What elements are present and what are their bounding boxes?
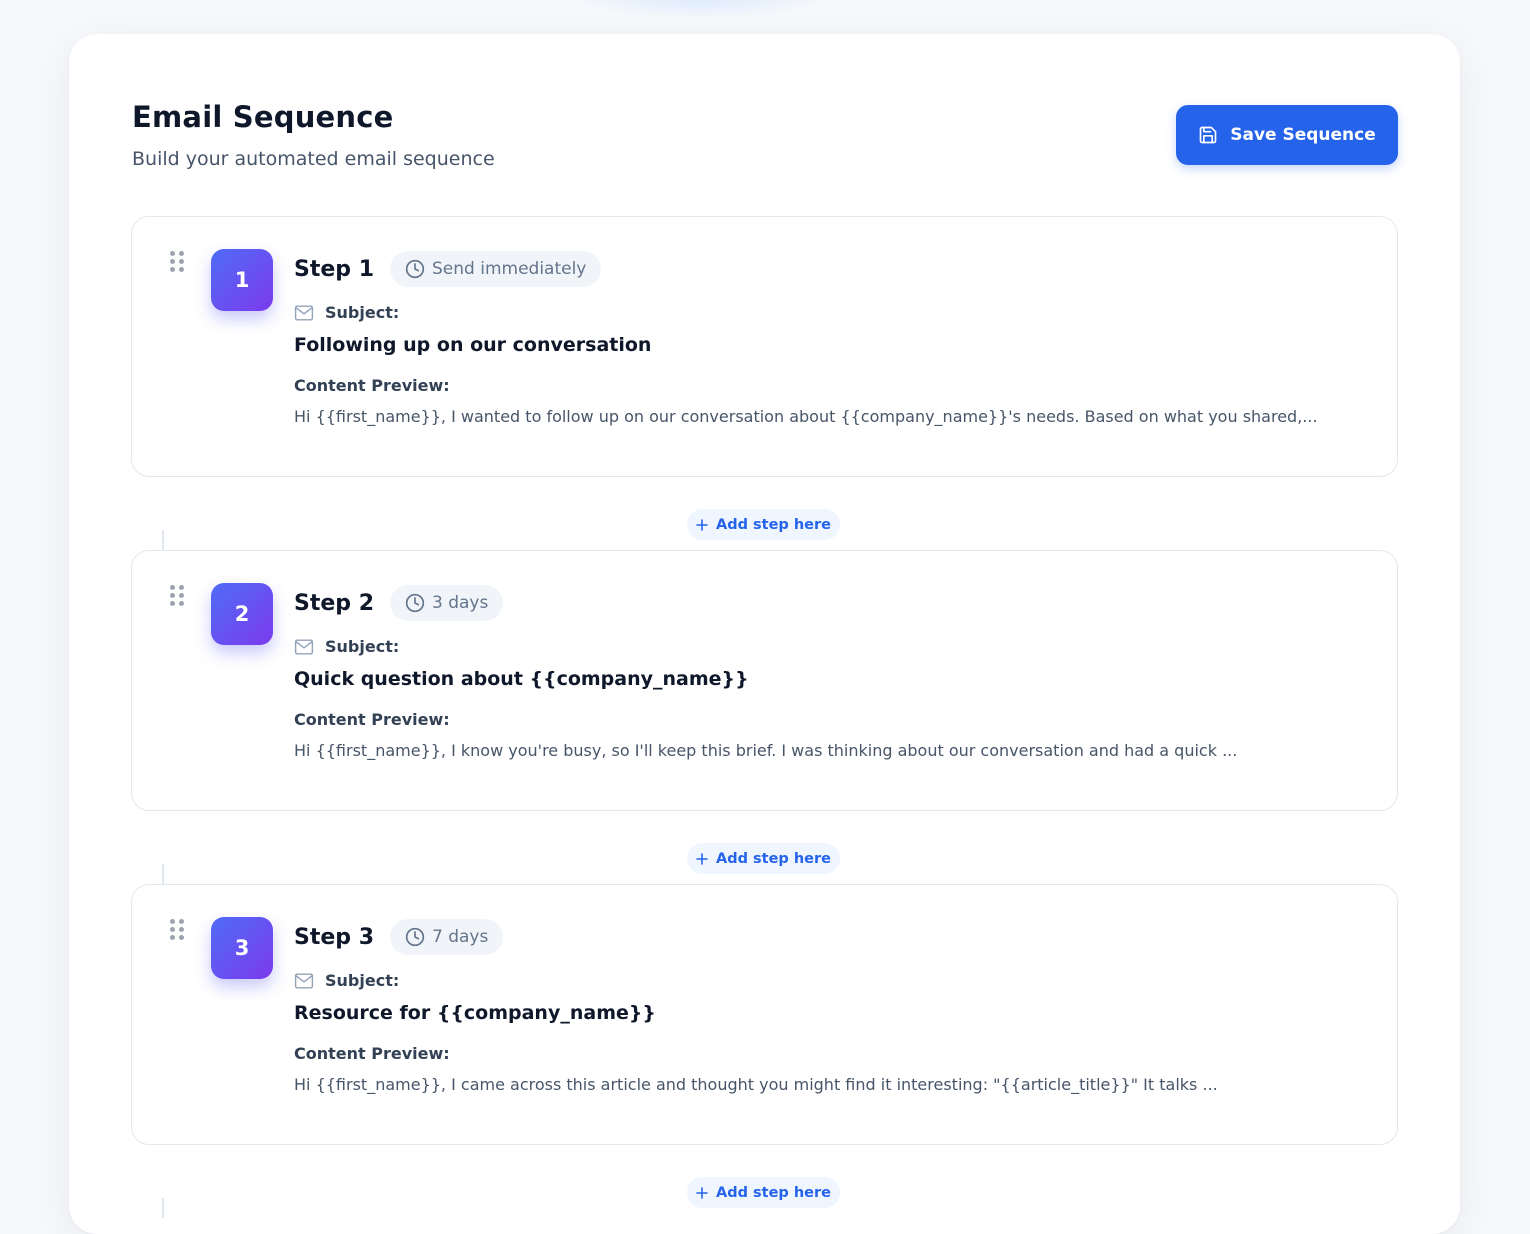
step-card[interactable]: 1 Step 1 Send immediately Subject: Follo… xyxy=(131,216,1398,477)
plus-icon xyxy=(696,1186,708,1199)
step-number-badge: 2 xyxy=(211,583,273,645)
delay-text: 3 days xyxy=(432,593,489,613)
step-body: Step 3 7 days Subject: Resource for {{co… xyxy=(294,919,1357,1094)
subject-text: Quick question about {{company_name}} xyxy=(294,668,749,690)
step-body: Step 1 Send immediately Subject: Followi… xyxy=(294,251,1357,426)
delay-text: 7 days xyxy=(432,927,489,947)
step-title: Step 2 xyxy=(294,590,374,616)
content-preview-text: Hi {{first_name}}, I came across this ar… xyxy=(294,1075,1218,1094)
delay-badge: 3 days xyxy=(390,585,504,621)
content-preview-text: Hi {{first_name}}, I know you're busy, s… xyxy=(294,741,1238,760)
add-step-button[interactable]: Add step here xyxy=(687,843,840,874)
step-connector: Add step here xyxy=(131,811,1398,884)
step-number-badge: 1 xyxy=(211,249,273,311)
connector-line xyxy=(162,1198,164,1218)
floppy-disk-icon xyxy=(1199,126,1217,144)
content-preview-label: Content Preview: xyxy=(294,710,450,729)
step-card[interactable]: 3 Step 3 7 days Subject: Resource for {{… xyxy=(131,884,1398,1145)
delay-text: Send immediately xyxy=(432,259,587,279)
subject-text: Resource for {{company_name}} xyxy=(294,1002,656,1024)
steps-list: 1 Step 1 Send immediately Subject: Follo… xyxy=(131,216,1398,1218)
connector-line xyxy=(162,530,164,550)
plus-icon xyxy=(696,852,708,865)
connector-line xyxy=(162,864,164,884)
envelope-icon xyxy=(294,638,314,655)
page-subtitle: Build your automated email sequence xyxy=(132,148,495,170)
page-title: Email Sequence xyxy=(132,100,394,134)
save-sequence-button[interactable]: Save Sequence xyxy=(1176,105,1398,165)
step-number-badge: 3 xyxy=(211,917,273,979)
subject-label-row: Subject: xyxy=(294,971,1357,990)
clock-icon xyxy=(405,593,425,613)
drag-handle-icon[interactable] xyxy=(170,251,184,273)
add-step-button[interactable]: Add step here xyxy=(687,509,840,540)
add-step-label: Add step here xyxy=(716,516,831,533)
add-step-button[interactable]: Add step here xyxy=(687,1177,840,1208)
drag-handle-icon[interactable] xyxy=(170,919,184,941)
step-header: Step 2 3 days xyxy=(294,585,1357,621)
content-preview-label: Content Preview: xyxy=(294,1044,450,1063)
add-step-label: Add step here xyxy=(716,1184,831,1201)
delay-badge: Send immediately xyxy=(390,251,602,287)
delay-badge: 7 days xyxy=(390,919,504,955)
top-glow xyxy=(560,0,840,20)
subject-label: Subject: xyxy=(325,971,400,990)
save-sequence-label: Save Sequence xyxy=(1230,125,1376,145)
subject-label-row: Subject: xyxy=(294,637,1357,656)
plus-icon xyxy=(696,518,708,531)
step-header: Step 1 Send immediately xyxy=(294,251,1357,287)
envelope-icon xyxy=(294,304,314,321)
step-title: Step 3 xyxy=(294,924,374,950)
clock-icon xyxy=(405,259,425,279)
sequence-panel: Email Sequence Build your automated emai… xyxy=(69,34,1460,1234)
step-body: Step 2 3 days Subject: Quick question ab… xyxy=(294,585,1357,760)
envelope-icon xyxy=(294,972,314,989)
clock-icon xyxy=(405,927,425,947)
step-connector: Add step here xyxy=(131,477,1398,550)
subject-label: Subject: xyxy=(325,303,400,322)
add-step-label: Add step here xyxy=(716,850,831,867)
drag-handle-icon[interactable] xyxy=(170,585,184,607)
step-connector: Add step here xyxy=(131,1145,1398,1218)
content-preview-label: Content Preview: xyxy=(294,376,450,395)
subject-label-row: Subject: xyxy=(294,303,1357,322)
page-header: Email Sequence Build your automated emai… xyxy=(132,100,495,170)
subject-label: Subject: xyxy=(325,637,400,656)
content-preview-text: Hi {{first_name}}, I wanted to follow up… xyxy=(294,407,1318,426)
subject-text: Following up on our conversation xyxy=(294,334,652,356)
step-card[interactable]: 2 Step 2 3 days Subject: Quick question … xyxy=(131,550,1398,811)
step-title: Step 1 xyxy=(294,256,374,282)
step-header: Step 3 7 days xyxy=(294,919,1357,955)
